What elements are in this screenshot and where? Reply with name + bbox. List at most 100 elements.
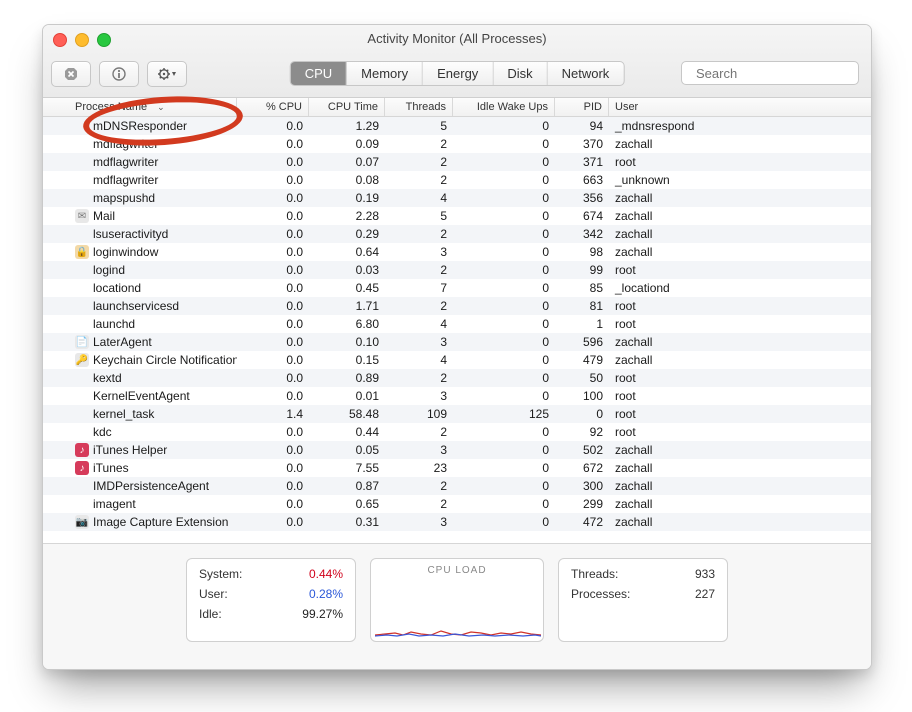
cell-pid: 300 bbox=[555, 479, 609, 493]
tab-energy[interactable]: Energy bbox=[423, 62, 493, 85]
itunes-icon: ♪ bbox=[75, 443, 89, 457]
cell-cputime: 0.19 bbox=[309, 191, 385, 205]
process-name-text: mdflagwriter bbox=[93, 155, 158, 169]
cell-threads: 2 bbox=[385, 227, 453, 241]
process-name-text: launchd bbox=[93, 317, 135, 331]
cell-cpu: 0.0 bbox=[237, 155, 309, 169]
process-name-cell: 📄LaterAgent bbox=[43, 335, 237, 349]
cell-cpu: 0.0 bbox=[237, 263, 309, 277]
cell-cputime: 0.29 bbox=[309, 227, 385, 241]
process-name-cell: ♪iTunes bbox=[43, 461, 237, 475]
table-row[interactable]: logind0.00.032099root bbox=[43, 261, 871, 279]
col-pid[interactable]: PID bbox=[555, 98, 609, 116]
table-row[interactable]: 📷Image Capture Extension0.00.3130472zach… bbox=[43, 513, 871, 531]
table-row[interactable]: mdflagwriter0.00.0720371root bbox=[43, 153, 871, 171]
process-name-text: mdflagwriter bbox=[93, 137, 158, 151]
table-row[interactable]: ♪iTunes0.07.55230672zachall bbox=[43, 459, 871, 477]
threads-label: Threads: bbox=[571, 567, 618, 581]
cell-threads: 2 bbox=[385, 137, 453, 151]
process-table-body[interactable]: mDNSResponder0.01.295094_mdnsrespondmdfl… bbox=[43, 117, 871, 543]
search-field[interactable] bbox=[681, 61, 859, 85]
table-row[interactable]: lsuseractivityd0.00.2920342zachall bbox=[43, 225, 871, 243]
tab-disk[interactable]: Disk bbox=[493, 62, 547, 85]
system-label: System: bbox=[199, 567, 242, 581]
cpu-load-chart bbox=[375, 587, 541, 637]
table-row[interactable]: mdflagwriter0.00.0920370zachall bbox=[43, 135, 871, 153]
process-name-text: iTunes Helper bbox=[93, 443, 167, 457]
cell-idle: 0 bbox=[453, 443, 555, 457]
cell-cputime: 1.71 bbox=[309, 299, 385, 313]
table-row[interactable]: locationd0.00.457085_locationd bbox=[43, 279, 871, 297]
idle-value: 99.27% bbox=[302, 607, 343, 621]
cell-cpu: 0.0 bbox=[237, 173, 309, 187]
cell-idle: 0 bbox=[453, 425, 555, 439]
table-row[interactable]: ✉Mail0.02.2850674zachall bbox=[43, 207, 871, 225]
cell-threads: 109 bbox=[385, 407, 453, 421]
process-name-text: lsuseractivityd bbox=[93, 227, 168, 241]
table-row[interactable]: KernelEventAgent0.00.0130100root bbox=[43, 387, 871, 405]
cell-pid: 596 bbox=[555, 335, 609, 349]
gear-icon bbox=[156, 67, 178, 81]
options-button[interactable] bbox=[147, 61, 187, 87]
titlebar: Activity Monitor (All Processes) bbox=[43, 25, 871, 98]
process-name-text: kernel_task bbox=[93, 407, 154, 421]
cell-idle: 125 bbox=[453, 407, 555, 421]
tab-cpu[interactable]: CPU bbox=[291, 62, 347, 85]
process-name-cell: 🔒loginwindow bbox=[43, 245, 237, 259]
cell-cputime: 0.01 bbox=[309, 389, 385, 403]
col-threads[interactable]: Threads bbox=[385, 98, 453, 116]
table-row[interactable]: IMDPersistenceAgent0.00.8720300zachall bbox=[43, 477, 871, 495]
cell-cpu: 0.0 bbox=[237, 191, 309, 205]
toolbar-left-group bbox=[51, 61, 187, 87]
cell-cpu: 0.0 bbox=[237, 353, 309, 367]
cell-threads: 3 bbox=[385, 443, 453, 457]
table-row[interactable]: launchd0.06.80401root bbox=[43, 315, 871, 333]
table-row[interactable]: kextd0.00.892050root bbox=[43, 369, 871, 387]
cell-pid: 672 bbox=[555, 461, 609, 475]
process-name-cell: mdflagwriter bbox=[43, 155, 237, 169]
table-row[interactable]: imagent0.00.6520299zachall bbox=[43, 495, 871, 513]
cell-pid: 50 bbox=[555, 371, 609, 385]
inspect-process-button[interactable] bbox=[99, 61, 139, 87]
cell-pid: 94 bbox=[555, 119, 609, 133]
col-idle-wake-ups[interactable]: Idle Wake Ups bbox=[453, 98, 555, 116]
process-name-text: kextd bbox=[93, 371, 122, 385]
col-process-name[interactable]: Process Name ⌄ bbox=[43, 98, 237, 116]
table-row[interactable]: kernel_task1.458.481091250root bbox=[43, 405, 871, 423]
table-row[interactable]: mdflagwriter0.00.0820663_unknown bbox=[43, 171, 871, 189]
cell-idle: 0 bbox=[453, 191, 555, 205]
process-name-cell: ✉Mail bbox=[43, 209, 237, 223]
cell-cputime: 0.87 bbox=[309, 479, 385, 493]
cell-user: root bbox=[609, 389, 849, 403]
process-name-text: Mail bbox=[93, 209, 115, 223]
table-row[interactable]: mapspushd0.00.1940356zachall bbox=[43, 189, 871, 207]
cell-pid: 0 bbox=[555, 407, 609, 421]
table-row[interactable]: 📄LaterAgent0.00.1030596zachall bbox=[43, 333, 871, 351]
cell-cpu: 1.4 bbox=[237, 407, 309, 421]
cell-cputime: 1.29 bbox=[309, 119, 385, 133]
table-row[interactable]: 🔑Keychain Circle Notification0.00.154047… bbox=[43, 351, 871, 369]
imagecap-icon: 📷 bbox=[75, 515, 89, 529]
cell-cpu: 0.0 bbox=[237, 497, 309, 511]
col-cpu-time[interactable]: CPU Time bbox=[309, 98, 385, 116]
cell-cputime: 0.89 bbox=[309, 371, 385, 385]
cell-user: zachall bbox=[609, 209, 849, 223]
cell-idle: 0 bbox=[453, 263, 555, 277]
cell-pid: 299 bbox=[555, 497, 609, 511]
cell-threads: 2 bbox=[385, 155, 453, 169]
table-row[interactable]: mDNSResponder0.01.295094_mdnsrespond bbox=[43, 117, 871, 135]
cell-cputime: 0.64 bbox=[309, 245, 385, 259]
tab-network[interactable]: Network bbox=[548, 62, 624, 85]
cell-user: zachall bbox=[609, 461, 849, 475]
table-row[interactable]: ♪iTunes Helper0.00.0530502zachall bbox=[43, 441, 871, 459]
col-user[interactable]: User bbox=[609, 98, 849, 116]
quit-process-button[interactable] bbox=[51, 61, 91, 87]
col-cpu[interactable]: % CPU bbox=[237, 98, 309, 116]
tab-memory[interactable]: Memory bbox=[347, 62, 423, 85]
search-input[interactable] bbox=[694, 65, 872, 82]
table-row[interactable]: kdc0.00.442092root bbox=[43, 423, 871, 441]
table-row[interactable]: 🔒loginwindow0.00.643098zachall bbox=[43, 243, 871, 261]
cell-threads: 3 bbox=[385, 245, 453, 259]
cell-pid: 663 bbox=[555, 173, 609, 187]
table-row[interactable]: launchservicesd0.01.712081root bbox=[43, 297, 871, 315]
